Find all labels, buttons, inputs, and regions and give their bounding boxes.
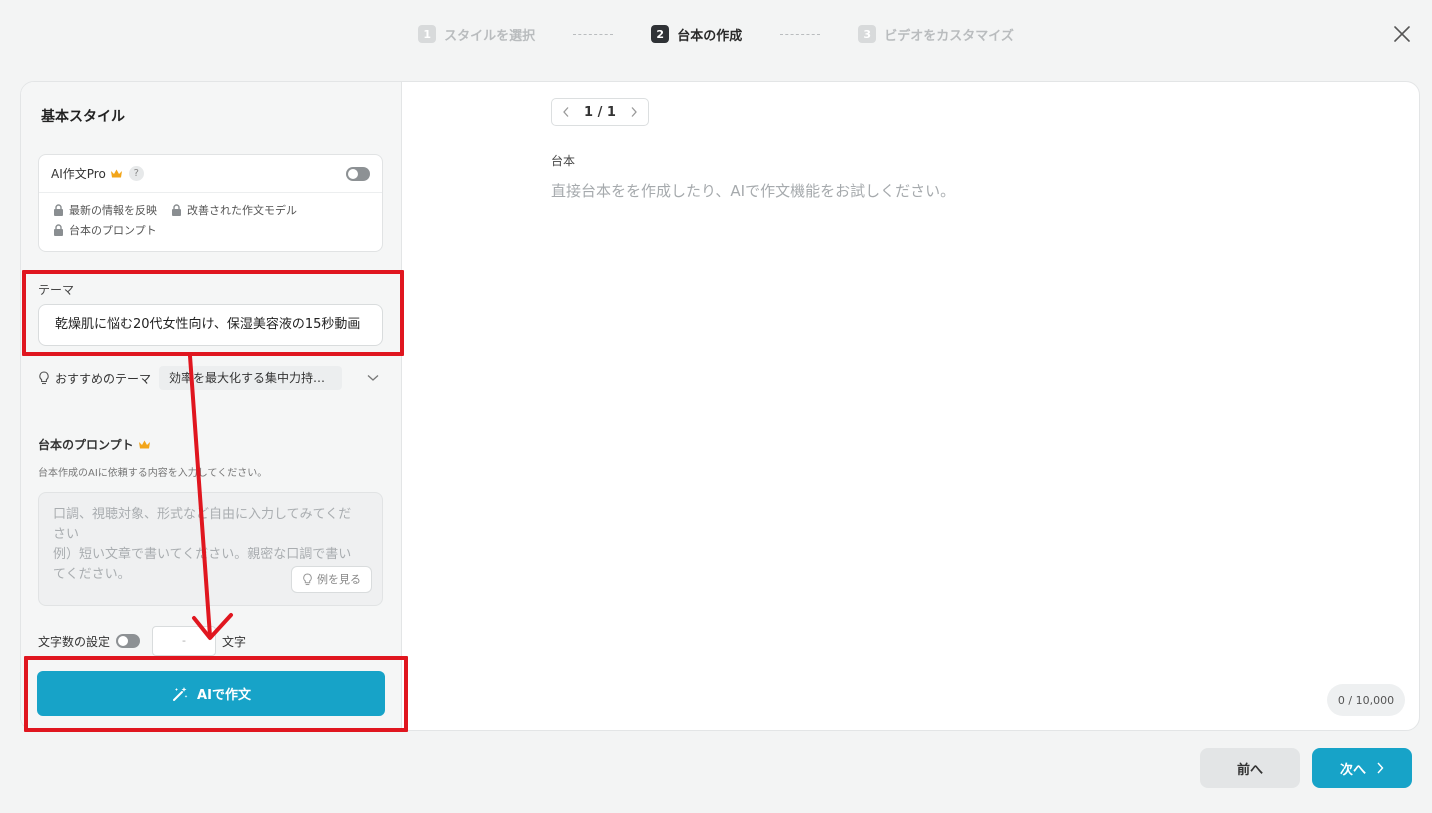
recommended-theme: おすすめのテーマ 効率を最大化する集中力持続の秘訣 (38, 366, 383, 390)
ai-pro-title: AI作文Pro (51, 167, 106, 181)
ai-pro-header: AI作文Pro ? (39, 155, 382, 193)
see-example-label: 例を見る (317, 572, 361, 586)
lock-icon (54, 224, 63, 236)
magic-wand-icon (173, 686, 188, 701)
step-customize-video: 3 ビデオをカスタマイズ (858, 25, 1014, 44)
feature-label: 改善された作文モデル (187, 204, 297, 217)
script-editor[interactable]: 直接台本をを作成したり、AIで作文機能をお試しください。 (551, 180, 1151, 201)
step-separator (573, 33, 614, 35)
previous-label: 前へ (1236, 762, 1263, 778)
ai-pro-toggle[interactable] (346, 166, 370, 181)
ai-write-button[interactable]: AIで作文 (37, 671, 385, 716)
lightbulb-icon (39, 371, 49, 385)
char-count-setting: 文字数の設定 - 文字 (38, 626, 246, 656)
help-icon[interactable]: ? (128, 166, 144, 181)
page-navigator: 1 / 1 (551, 98, 649, 126)
step-label: 台本の作成 (677, 28, 743, 44)
recommended-theme-label: おすすめのテーマ (55, 371, 152, 386)
feature-item: 台本のプロンプト (53, 223, 157, 237)
step-number: 2 (651, 25, 670, 43)
step-label: スタイルを選択 (444, 28, 536, 44)
ai-write-label: AIで作文 (197, 688, 251, 703)
style-panel: 基本スタイル AI作文Pro ? 最新の情報を反映 改善された作文モデル 台本の… (21, 82, 402, 730)
next-label: 次へ (1339, 762, 1366, 778)
feature-item: 最新の情報を反映 (53, 203, 157, 217)
theme-input[interactable]: 乾燥肌に悩む20代女性向け、保湿美容液の15秒動画 (38, 304, 383, 346)
next-page-button[interactable] (630, 106, 638, 118)
step-number: 1 (418, 25, 437, 43)
next-button[interactable]: 次へ (1312, 748, 1412, 788)
prev-page-button[interactable] (562, 106, 570, 118)
crown-icon (138, 439, 151, 450)
stepper: 1 スタイルを選択 2 台本の作成 3 ビデオをカスタマイズ (0, 22, 1432, 46)
recommended-theme-chip[interactable]: 効率を最大化する集中力持続の秘訣 (159, 366, 343, 390)
char-count-input[interactable]: - (152, 626, 217, 656)
char-count-toggle[interactable] (116, 634, 141, 648)
ai-pro-features: 最新の情報を反映 改善された作文モデル 台本のプロンプト (39, 193, 382, 237)
chevron-down-icon (367, 375, 379, 381)
recommended-theme-expand[interactable] (367, 374, 379, 382)
chevron-right-icon (1377, 762, 1384, 774)
feature-label: 最新の情報を反映 (69, 204, 157, 217)
crown-icon (110, 168, 123, 179)
step-label: ビデオをカスタマイズ (884, 28, 1014, 44)
step-separator (780, 33, 821, 35)
ai-pro-card: AI作文Pro ? 最新の情報を反映 改善された作文モデル 台本のプロンプト (38, 154, 383, 252)
script-label: 台本 (551, 154, 576, 168)
prompt-label-text: 台本のプロンプト (38, 438, 134, 452)
char-count-label: 文字数の設定 (38, 634, 111, 649)
feature-label: 台本のプロンプト (69, 224, 157, 237)
char-count-unit: 文字 (222, 634, 247, 649)
see-example-button[interactable]: 例を見る (291, 566, 372, 593)
char-counter: 0 / 10,000 (1327, 684, 1405, 716)
feature-item: 改善された作文モデル (171, 203, 297, 217)
theme-label: テーマ (38, 283, 75, 297)
previous-button[interactable]: 前へ (1200, 748, 1300, 788)
step-select-style: 1 スタイルを選択 (418, 25, 535, 44)
lightbulb-icon (303, 573, 312, 586)
prompt-textarea[interactable]: 口調、視聴対象、形式など自由に入力してみてください 例）短い文章で書いてください… (38, 492, 383, 606)
main-container: 基本スタイル AI作文Pro ? 最新の情報を反映 改善された作文モデル 台本の… (20, 81, 1420, 731)
close-button[interactable] (1390, 22, 1414, 46)
panel-title: 基本スタイル (41, 109, 125, 125)
prompt-label: 台本のプロンプト (38, 436, 151, 453)
lock-icon (172, 204, 181, 216)
chevron-right-icon (631, 107, 637, 117)
close-icon (1394, 26, 1410, 42)
lock-icon (54, 204, 63, 216)
chevron-left-icon (563, 107, 569, 117)
prompt-description: 台本作成のAIに依頼する内容を入力してください。 (38, 468, 268, 479)
step-create-script: 2 台本の作成 (651, 25, 742, 44)
page-indicator: 1 / 1 (584, 104, 616, 120)
step-number: 3 (858, 25, 877, 43)
